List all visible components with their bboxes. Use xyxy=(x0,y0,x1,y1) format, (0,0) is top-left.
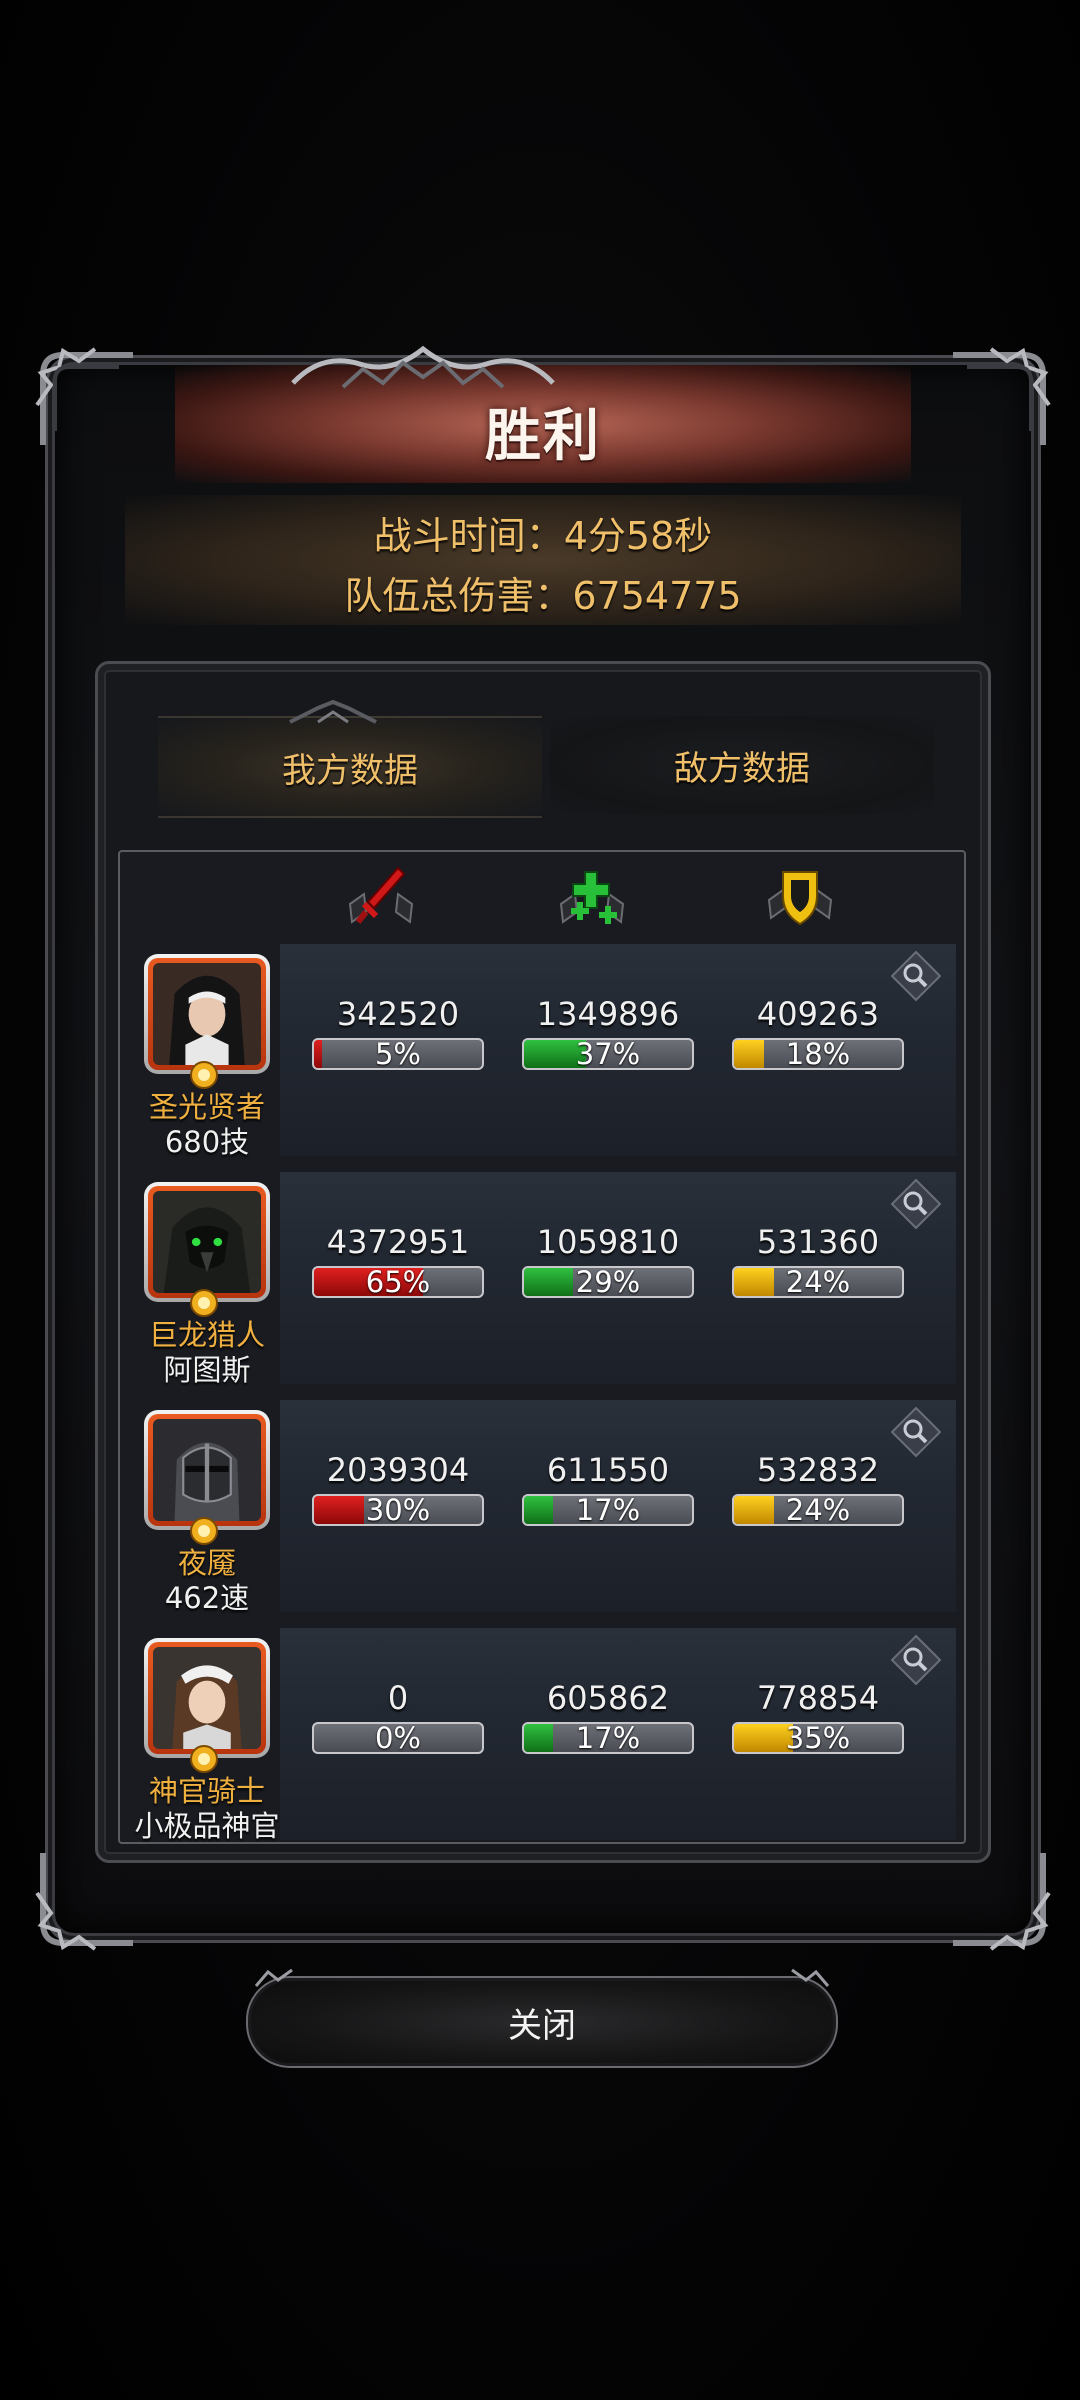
result-panel: 胜利 战斗时间：4分58秒 队伍总伤害：6754775 我方数据 敌方数据 圣光… xyxy=(35,345,1051,1951)
defense-percent: 24% xyxy=(785,1266,851,1298)
heal-stat: 1349896 37% xyxy=(520,994,696,1070)
defense-stat: 778854 35% xyxy=(730,1678,906,1754)
hero-avatar-nun xyxy=(153,963,261,1065)
damage-bar: 5% xyxy=(312,1038,484,1070)
tab-my-data[interactable]: 我方数据 xyxy=(158,700,542,818)
close-button-label: 关闭 xyxy=(508,2005,576,2046)
tab-enemy-data-label: 敌方数据 xyxy=(674,748,810,789)
button-ornament-icon xyxy=(254,1968,293,1987)
team-total-damage: 队伍总伤害：6754775 xyxy=(344,574,742,618)
heal-stat: 611550 17% xyxy=(520,1450,696,1526)
defense-value: 531360 xyxy=(756,1223,880,1261)
defense-bar: 18% xyxy=(732,1038,904,1070)
defense-stat: 409263 18% xyxy=(730,994,906,1070)
damage-percent: 5% xyxy=(374,1038,421,1070)
defense-stat: 531360 24% xyxy=(730,1222,906,1298)
heal-percent: 17% xyxy=(575,1722,641,1754)
hero-portrait[interactable] xyxy=(144,1638,270,1758)
stat-header xyxy=(120,852,964,944)
defense-value: 778854 xyxy=(756,1679,880,1717)
hero-subtitle: 阿图斯 xyxy=(163,1353,251,1387)
defense-percent: 35% xyxy=(785,1722,851,1754)
sword-icon xyxy=(348,866,414,924)
battle-summary: 战斗时间：4分58秒 队伍总伤害：6754775 xyxy=(125,495,961,625)
heal-percent: 17% xyxy=(575,1494,641,1526)
damage-bar: 0% xyxy=(312,1722,484,1754)
corner-ornament-icon xyxy=(953,347,1051,445)
button-ornament-icon xyxy=(791,1968,830,1987)
heal-value: 1059810 xyxy=(536,1223,680,1261)
stats-board: 我方数据 敌方数据 圣光贤者 680技 342520 5% 1349896 37… xyxy=(95,661,991,1863)
tab-my-data-label: 我方数据 xyxy=(282,750,418,791)
heal-bar: 37% xyxy=(522,1038,694,1070)
shield-icon xyxy=(767,871,833,926)
battle-result-screen: 胜利 战斗时间：4分58秒 队伍总伤害：6754775 我方数据 敌方数据 圣光… xyxy=(0,0,1080,2400)
heal-stat: 605862 17% xyxy=(520,1678,696,1754)
heal-percent: 37% xyxy=(575,1038,641,1070)
close-button[interactable]: 关闭 xyxy=(246,1968,838,2068)
damage-bar: 65% xyxy=(312,1266,484,1298)
damage-value: 2039304 xyxy=(326,1451,470,1489)
heal-bar: 17% xyxy=(522,1494,694,1526)
damage-stat: 4372951 65% xyxy=(310,1222,486,1298)
hero-avatar-priestess xyxy=(153,1647,261,1749)
damage-stat: 0 0% xyxy=(310,1678,486,1754)
hero-portrait[interactable] xyxy=(144,1410,270,1530)
battle-time: 战斗时间：4分58秒 xyxy=(373,514,713,558)
page-title: 胜利 xyxy=(485,404,601,469)
damage-percent: 30% xyxy=(365,1494,431,1526)
defense-bar: 24% xyxy=(732,1266,904,1298)
heal-stat: 1059810 29% xyxy=(520,1222,696,1298)
heal-value: 605862 xyxy=(546,1679,670,1717)
hero-avatar-hooded xyxy=(153,1191,261,1293)
defense-stat: 532832 24% xyxy=(730,1450,906,1526)
defense-percent: 18% xyxy=(785,1038,851,1070)
defense-value: 532832 xyxy=(756,1451,880,1489)
hero-row: 圣光贤者 680技 342520 5% 1349896 37% 409263 1… xyxy=(120,944,964,1164)
data-tabs: 我方数据 敌方数据 xyxy=(158,700,934,818)
heal-value: 611550 xyxy=(546,1451,670,1489)
defense-percent: 24% xyxy=(785,1494,851,1526)
tab-enemy-data[interactable]: 敌方数据 xyxy=(550,716,934,814)
damage-stat: 2039304 30% xyxy=(310,1450,486,1526)
heal-value: 1349896 xyxy=(536,995,680,1033)
hero-portrait[interactable] xyxy=(144,954,270,1074)
damage-bar: 30% xyxy=(312,1494,484,1526)
defense-bar: 24% xyxy=(732,1494,904,1526)
hero-portrait[interactable] xyxy=(144,1182,270,1302)
hero-avatar-knight xyxy=(153,1419,261,1521)
hero-subtitle: 680技 xyxy=(164,1125,250,1159)
damage-stat: 342520 5% xyxy=(310,994,486,1070)
hero-row: 巨龙猎人 阿图斯 4372951 65% 1059810 29% 531360 … xyxy=(120,1172,964,1392)
hero-row: 神官骑士 小极品神官 0 0% 605862 17% 778854 35% xyxy=(120,1628,964,1848)
defense-value: 409263 xyxy=(756,995,880,1033)
heal-bar: 29% xyxy=(522,1266,694,1298)
damage-percent: 0% xyxy=(374,1722,421,1754)
corner-ornament-icon xyxy=(35,347,133,445)
title-ornament-icon xyxy=(291,345,555,389)
damage-value: 342520 xyxy=(336,995,460,1033)
tab-ornament-icon xyxy=(289,700,377,724)
damage-percent: 65% xyxy=(365,1266,431,1298)
defense-bar: 35% xyxy=(732,1722,904,1754)
heal-bar: 17% xyxy=(522,1722,694,1754)
hero-subtitle: 小极品神官 xyxy=(134,1809,280,1843)
heal-cross-icon xyxy=(559,871,625,924)
hero-subtitle: 462速 xyxy=(164,1581,250,1615)
heal-percent: 29% xyxy=(575,1266,641,1298)
hero-row: 夜魇 462速 2039304 30% 611550 17% 532832 24… xyxy=(120,1400,964,1620)
damage-value: 0 xyxy=(387,1679,409,1717)
damage-value: 4372951 xyxy=(326,1223,470,1261)
hero-stats-table: 圣光贤者 680技 342520 5% 1349896 37% 409263 1… xyxy=(118,850,966,1844)
